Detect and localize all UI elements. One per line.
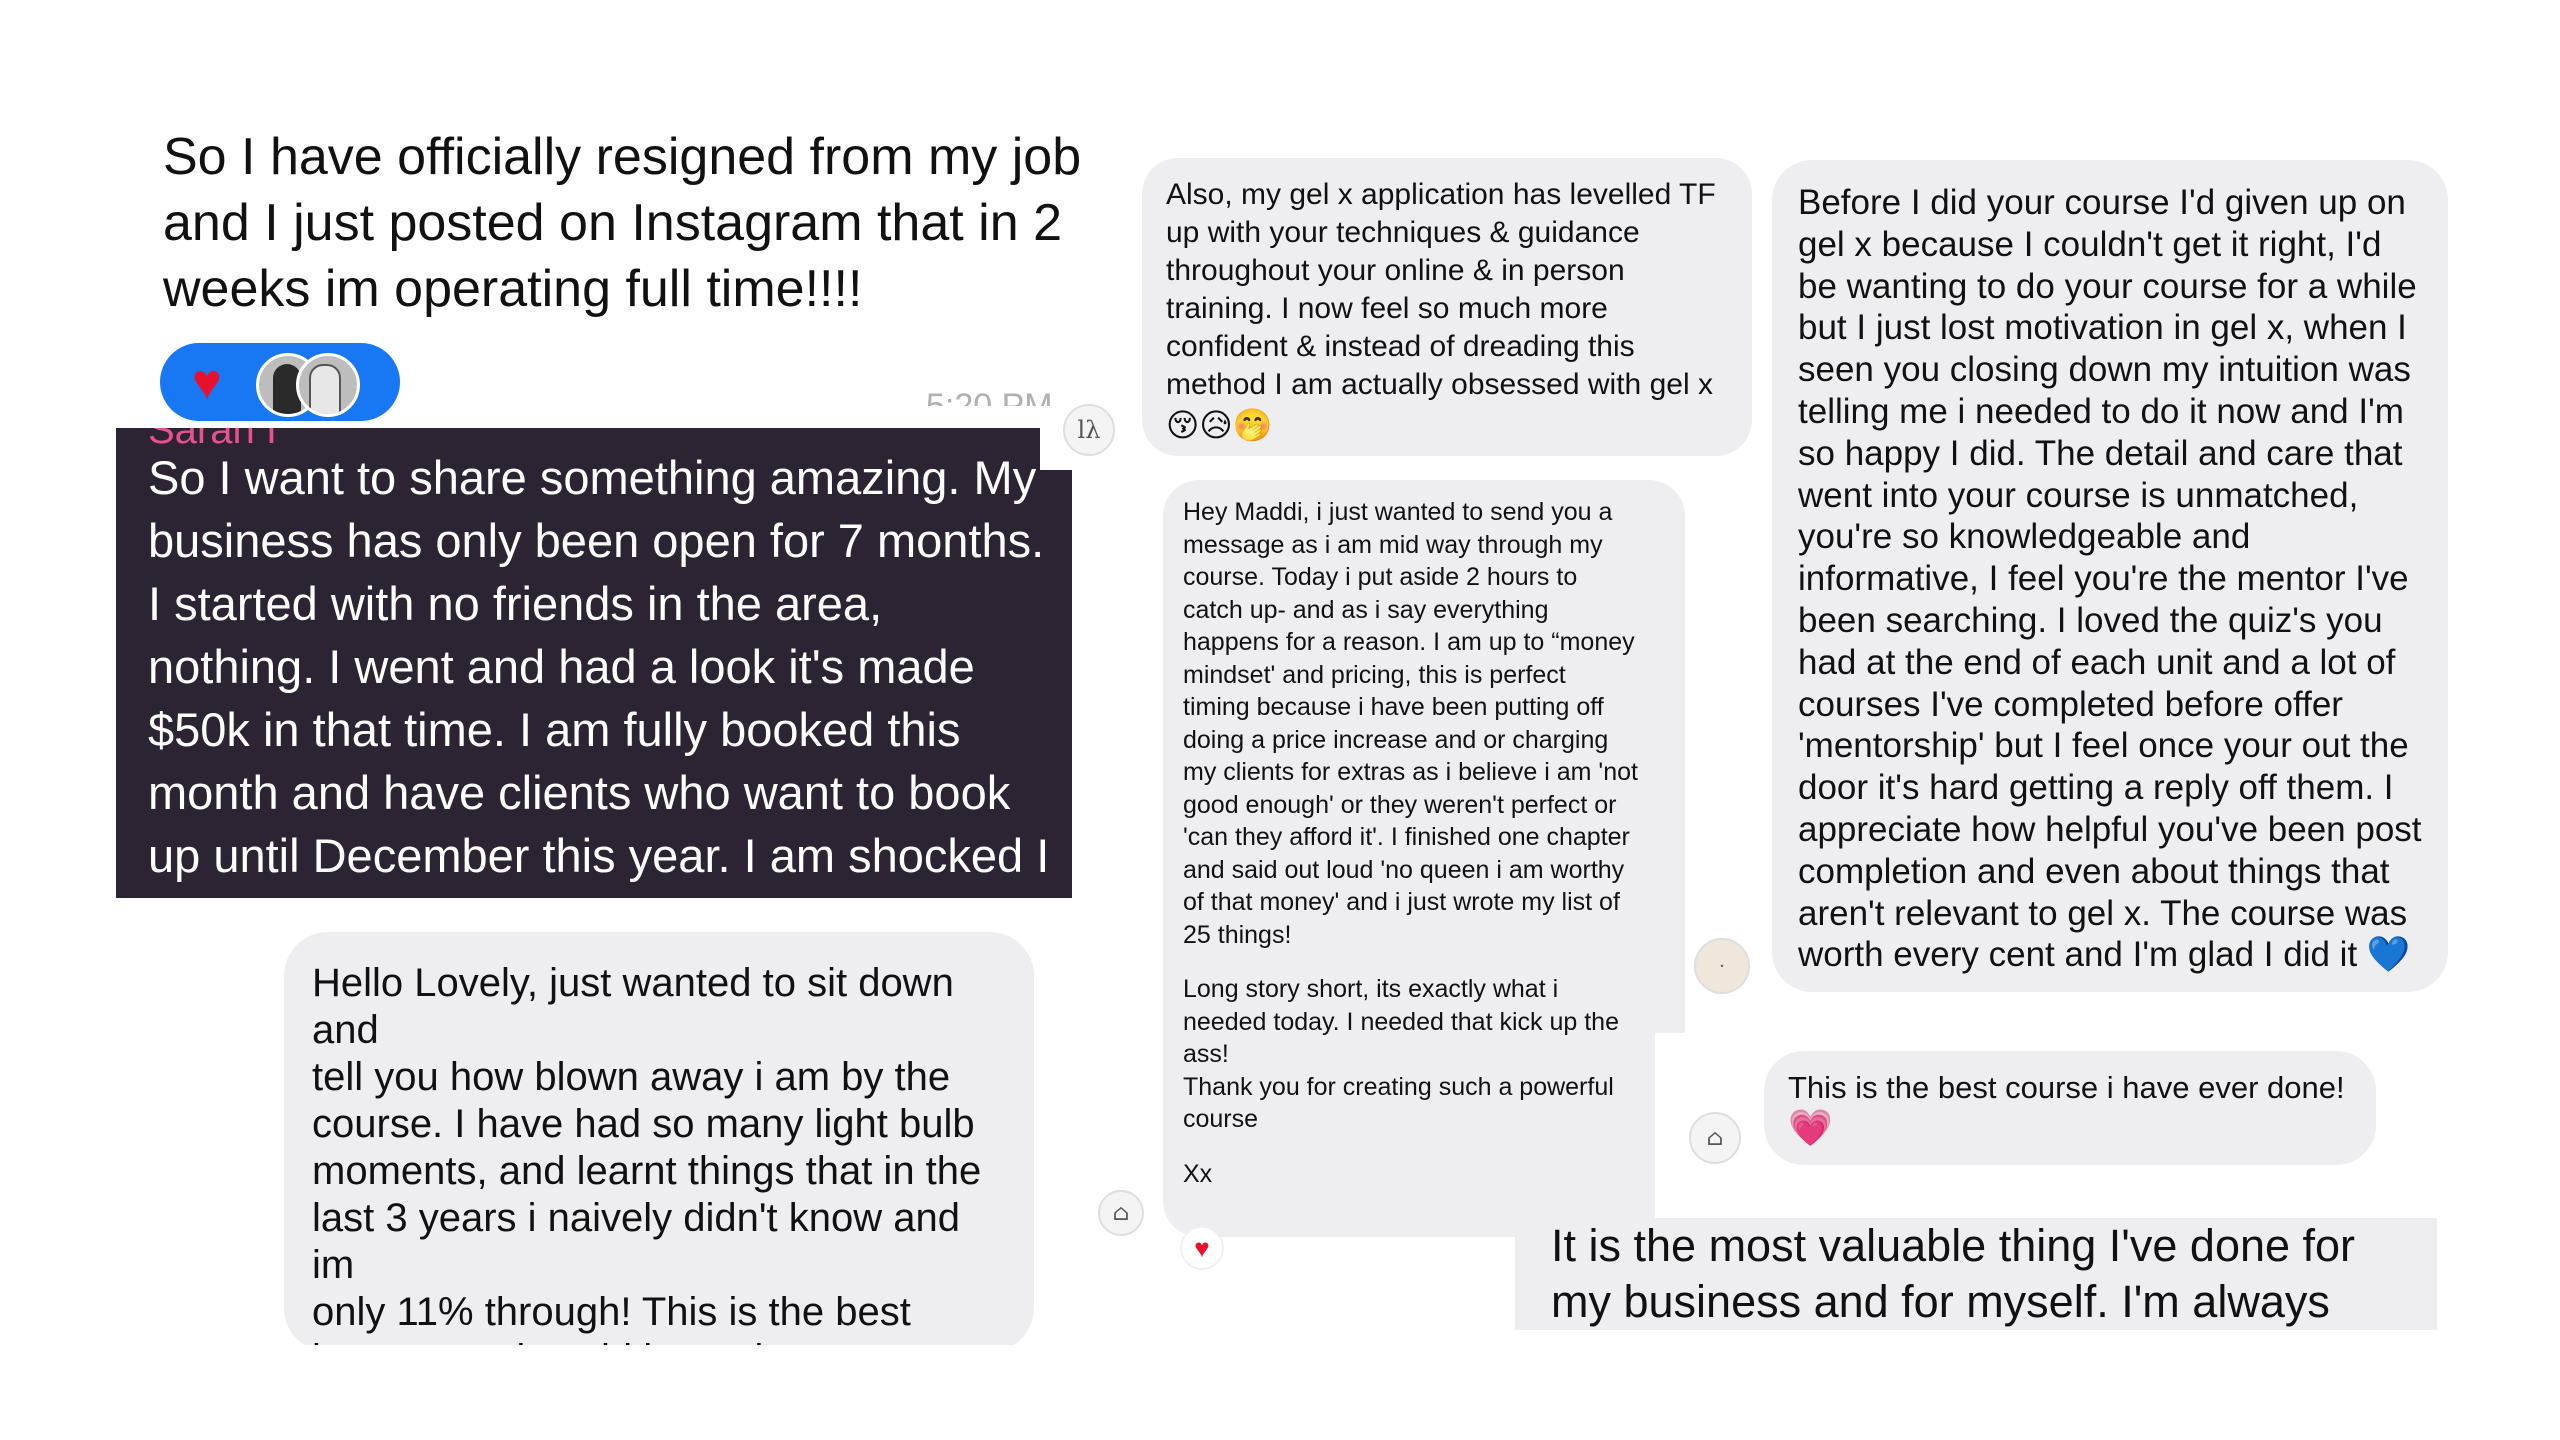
heart-reaction-icon: ♥ [192,354,222,410]
hello-message-text: Hello Lovely, just wanted to sit down an… [312,961,982,1352]
profile-avatar-icon[interactable]: ⌂ [1098,1190,1144,1236]
maddi-message-signoff: Xx [1183,1159,1213,1188]
emoji-reactions: 😚😥🤭 [1166,407,1273,443]
resign-message-text: So I have officially resigned from my jo… [163,128,1082,318]
maddi-message-paragraph: Hey Maddi, i just wanted to send you a m… [1183,498,1638,949]
before-course-message-text: Before I did your course I'd given up on… [1798,182,2422,976]
maddi-message-paragraph: Long story short, its exactly what i nee… [1183,975,1619,1068]
hello-message-bubble: Hello Lovely, just wanted to sit down an… [284,932,1034,1352]
maddi-message-bubble: Hey Maddi, i just wanted to send you a m… [1163,480,1685,1237]
profile-avatar-icon[interactable]: · [1694,938,1750,994]
profile-avatar-icon[interactable]: ⌂ [1689,1112,1741,1164]
valuable-message-bubble: It is the most valuable thing I've done … [1515,1218,2437,1330]
pink-heart-icon: 💗 [1788,1107,1833,1148]
valuable-message-text: It is the most valuable thing I've done … [1551,1220,2356,1327]
gel-application-message-text: Also, my gel x application has levelled … [1166,178,1716,401]
maddi-message-paragraph: Thank you for creating such a powerful c… [1183,1072,1614,1134]
dark-message-bubble: Sarah I So I want to share something ama… [116,428,1072,898]
before-course-message-bubble: Before I did your course I'd given up on… [1772,160,2448,992]
crop-edge [270,1345,1050,1440]
blue-heart-icon: 💙 [2366,935,2411,975]
best-course-message-bubble: This is the best course i have ever done… [1764,1051,2376,1165]
heart-reaction-icon[interactable]: ♥ [1182,1228,1222,1268]
profile-avatar-icon[interactable]: lλ [1063,404,1115,456]
before-course-message-body: Before I did your course I'd given up on… [1798,183,2422,975]
best-course-message-text: This is the best course i have ever done… [1788,1070,2345,1105]
reaction-bar[interactable]: ♥ [160,343,400,421]
gel-application-message-bubble: Also, my gel x application has levelled … [1142,158,1752,456]
message-timestamp: 5:20 PM [926,387,1053,406]
dark-message-text: So I want to share something amazing. My… [148,451,1050,882]
reactor-avatar [296,353,360,417]
